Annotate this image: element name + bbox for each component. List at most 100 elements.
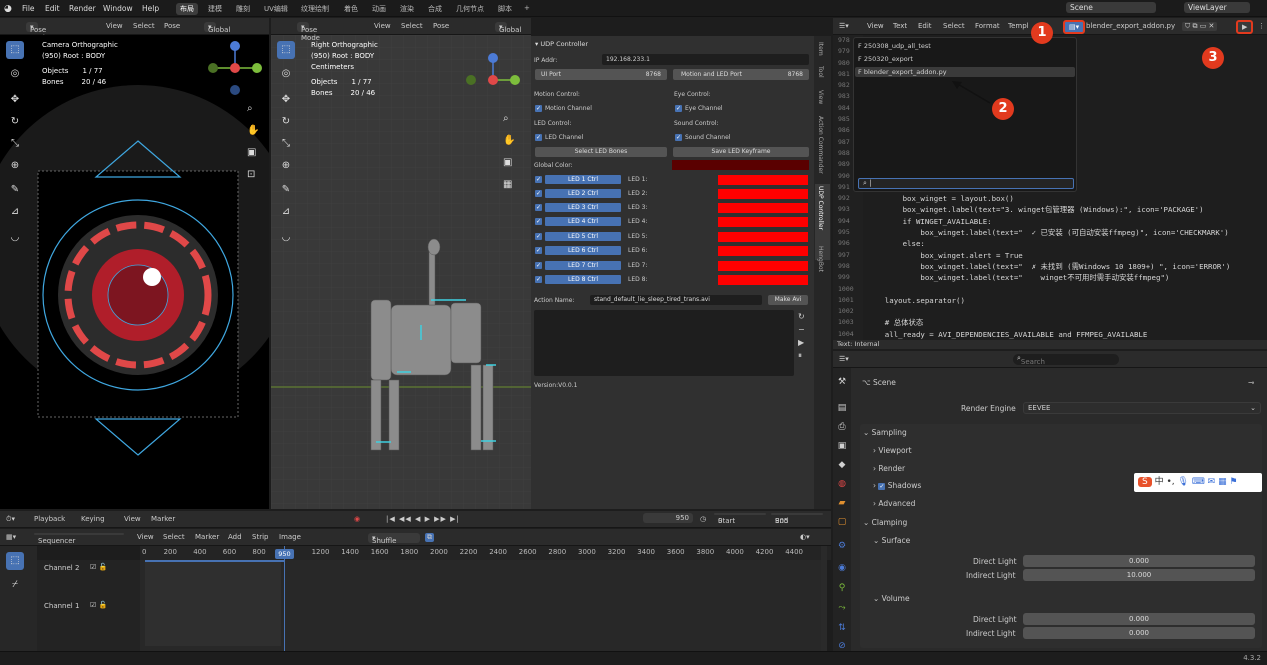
led-3-checkbox[interactable]: ✓	[535, 204, 542, 211]
led-6-checkbox[interactable]: ✓	[535, 247, 542, 254]
channel-2-toggles[interactable]: ☑ 🔓	[90, 563, 107, 571]
zoom-icon[interactable]: ⌕	[503, 108, 515, 130]
vertical-scrollbar[interactable]	[821, 546, 827, 651]
navigation-gizmo[interactable]	[463, 52, 523, 108]
advanced-subpanel[interactable]: › Advanced	[873, 499, 915, 508]
dropdown-item-3[interactable]: F blender_export_addon.py	[855, 67, 1075, 77]
sequencer[interactable]: ▦▾ Sequencer View Select Marker Add Stri…	[0, 529, 831, 651]
led-5-ctrl-button[interactable]: LED 5 Ctrl	[545, 232, 621, 241]
volume-indirect-light-field[interactable]: 0.000	[1023, 627, 1255, 639]
shuffle-dropdown[interactable]: Shuffle ▾	[368, 533, 420, 545]
lock-icon[interactable]: ⊡	[247, 164, 259, 186]
menu-select[interactable]: Select	[943, 22, 965, 30]
channel-1-toggles[interactable]: ☑ 🔓	[90, 601, 107, 609]
scene-selector[interactable]: Scene	[1066, 2, 1156, 13]
current-frame-field[interactable]: 950	[643, 513, 693, 523]
menu-edit[interactable]: Edit	[45, 4, 60, 13]
navigation-gizmo[interactable]	[205, 40, 265, 96]
led-2-color[interactable]	[718, 189, 808, 199]
camera-icon[interactable]: ▣	[247, 142, 259, 164]
action-list[interactable]	[534, 310, 794, 376]
led-4-color[interactable]	[718, 217, 808, 227]
properties-search-input[interactable]: ⌕ Search	[1013, 354, 1119, 366]
view-layer-selector[interactable]: ViewLayer	[1184, 2, 1250, 13]
dropdown-item-1[interactable]: F 250308_udp_all_test	[858, 42, 931, 50]
render-engine-dropdown[interactable]: EEVEE ⌄	[1023, 402, 1261, 414]
workspace-tab-rendering[interactable]: 渲染	[396, 3, 418, 15]
motion-channel-checkbox[interactable]: ✓	[535, 105, 542, 112]
led-4-ctrl-button[interactable]: LED 4 Ctrl	[545, 217, 621, 226]
grid-icon[interactable]: ▦	[503, 174, 515, 196]
led-6-color[interactable]	[718, 246, 808, 256]
led-1-ctrl-button[interactable]: LED 1 Ctrl	[545, 175, 621, 184]
text-filename[interactable]: blender_export_addon.py	[1086, 22, 1175, 30]
menu-format[interactable]: Format	[975, 22, 1000, 30]
led-2-ctrl-button[interactable]: LED 2 Ctrl	[545, 189, 621, 198]
move-tool-icon[interactable]: ✥	[6, 91, 24, 109]
led-4-checkbox[interactable]: ✓	[535, 218, 542, 225]
playback-controls[interactable]: |◀ ◀◀ ◀ ▶ ▶▶ ▶|	[386, 515, 460, 523]
data-tab-icon[interactable]: ⤳	[836, 602, 848, 614]
menu-templates[interactable]: Templ	[1008, 22, 1029, 30]
led-7-ctrl-button[interactable]: LED 7 Ctrl	[545, 261, 621, 270]
ip-input[interactable]: 192.168.233.1	[602, 54, 809, 65]
object-tab-icon[interactable]: ▢	[836, 516, 848, 528]
menu-window[interactable]: Window	[103, 4, 133, 13]
volume-header[interactable]: ⌄ Volume	[873, 594, 910, 603]
menu-view[interactable]: View	[106, 22, 123, 30]
seq-marker-menu[interactable]: Marker	[195, 533, 219, 541]
surface-indirect-light-field[interactable]: 10.000	[1023, 569, 1255, 581]
constraint-tab-icon[interactable]: ⚲	[836, 582, 848, 594]
pan-hand-icon[interactable]: ✋	[247, 120, 259, 142]
menu-render[interactable]: Render	[69, 4, 96, 13]
timeline-marker-menu[interactable]: Marker	[151, 515, 175, 523]
keying-menu[interactable]: Keying	[81, 515, 105, 523]
shadows-checkbox[interactable]: ✓	[878, 483, 886, 490]
scale-tool-icon[interactable]: ⤡	[6, 135, 24, 153]
transform-tool-icon[interactable]: ⊕	[6, 157, 24, 175]
cursor-tool-icon[interactable]: ◎	[277, 65, 295, 83]
transform-tool-icon[interactable]: ⊕	[277, 157, 295, 175]
view-layer-tab-icon[interactable]: ▣	[836, 440, 848, 452]
shadows-subpanel[interactable]: › ✓ Shadows	[873, 481, 921, 490]
annotate-tool-icon[interactable]: ✎	[6, 181, 24, 199]
surface-header[interactable]: ⌄ Surface	[873, 536, 910, 545]
menu-view[interactable]: View	[374, 22, 391, 30]
select-tool-icon[interactable]: ⬚	[277, 41, 295, 59]
led-8-color[interactable]	[718, 275, 808, 285]
rotate-tool-icon[interactable]: ↻	[277, 113, 295, 131]
make-avi-button[interactable]: Make Avi	[768, 295, 808, 305]
sequencer-mode-dropdown[interactable]: Sequencer	[34, 533, 124, 545]
sound-channel-checkbox[interactable]: ✓	[675, 134, 682, 141]
editor-type-icon[interactable]: ☰▾	[839, 355, 849, 363]
text-action-icons[interactable]: ⛉ ⧉ ▭ ✕	[1182, 22, 1218, 31]
timeline-editor-icon[interactable]: ⏱▾	[6, 515, 15, 524]
scale-tool-icon[interactable]: ⤡	[277, 135, 295, 153]
ui-port-field[interactable]: UI Port 8768	[535, 69, 667, 80]
timeline-view-menu[interactable]: View	[124, 515, 141, 523]
tab-udp-controller[interactable]: UDP Controller	[817, 186, 824, 230]
led-3-color[interactable]	[718, 203, 808, 213]
tab-action-commander[interactable]: Action Commander	[817, 116, 824, 174]
volume-direct-light-field[interactable]: 0.000	[1023, 613, 1255, 625]
led-channel-checkbox[interactable]: ✓	[535, 134, 542, 141]
pose-tool-icon[interactable]: ◡	[277, 229, 295, 247]
sequencer-editor-icon[interactable]: ▦▾	[6, 533, 16, 541]
select-led-bones-button[interactable]: Select LED Bones	[535, 147, 667, 157]
pose-tool-icon[interactable]: ◡	[6, 229, 24, 247]
clamping-header[interactable]: ⌄ Clamping	[863, 518, 907, 527]
workspace-tab-sculpt[interactable]: 雕刻	[232, 3, 254, 15]
scene-tab-icon[interactable]: ◆	[836, 459, 848, 471]
cursor-tool-icon[interactable]: ◎	[6, 65, 24, 83]
options-icon[interactable]: ⋮	[1258, 22, 1265, 30]
action-name-input[interactable]: stand_default_lie_sleep_tired_trans.avi	[590, 295, 762, 305]
pause-icon[interactable]: ⏸	[798, 349, 805, 362]
tab-item[interactable]: Item	[817, 42, 824, 56]
ime-punctuation[interactable]: •,	[1166, 477, 1174, 487]
ime-chinese-mode[interactable]: 中	[1155, 477, 1164, 487]
camera-icon[interactable]: ▣	[503, 152, 515, 174]
led-1-checkbox[interactable]: ✓	[535, 176, 542, 183]
seq-image-menu[interactable]: Image	[279, 533, 301, 541]
playhead-frame[interactable]: 950	[275, 549, 294, 559]
eye-channel-checkbox[interactable]: ✓	[675, 105, 682, 112]
